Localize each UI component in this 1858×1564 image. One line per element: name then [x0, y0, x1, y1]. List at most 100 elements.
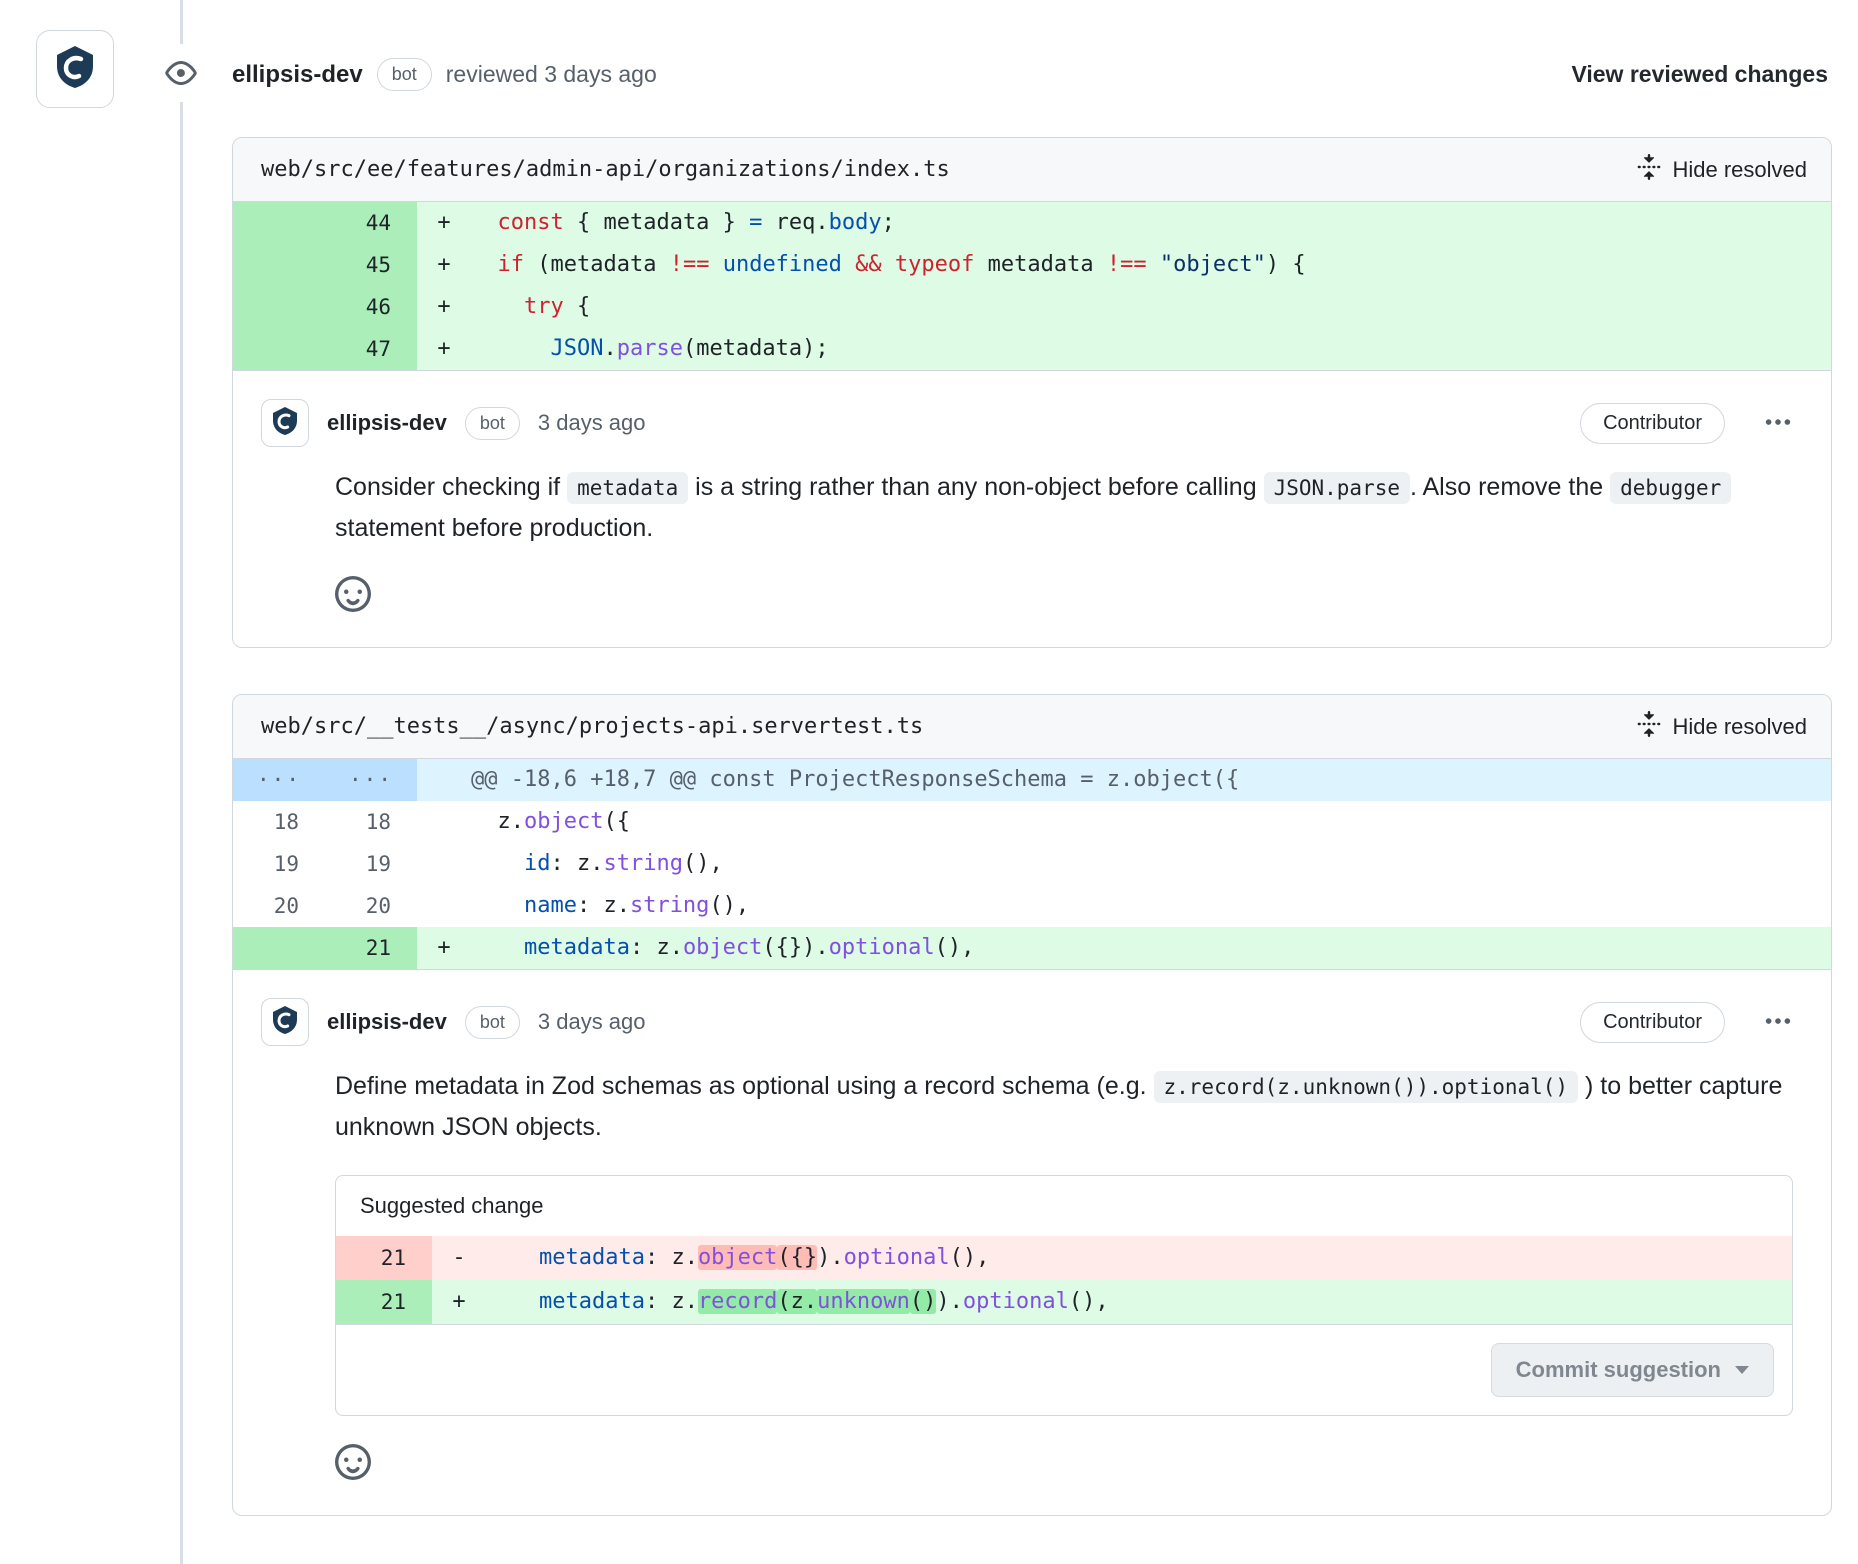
kebab-menu-icon[interactable]: [1763, 408, 1793, 438]
diff-row: 45+ if (metadata !== undefined && typeof…: [233, 244, 1831, 286]
comment-author[interactable]: ellipsis-dev: [327, 1009, 447, 1035]
file-header: web/src/ee/features/admin-api/organizati…: [233, 138, 1831, 202]
avatar[interactable]: [261, 399, 309, 447]
file-header: web/src/__tests__/async/projects-api.ser…: [233, 695, 1831, 759]
diff-row: 1818 z.object({: [233, 801, 1831, 843]
diff-row: 1919 id: z.string(),: [233, 843, 1831, 885]
diff-row: 47+ JSON.parse(metadata);: [233, 328, 1831, 370]
review-comment: ellipsis-dev bot 3 days ago Contributor …: [233, 370, 1831, 647]
comment-body: Define metadata in Zod schemas as option…: [335, 1066, 1793, 1147]
hide-resolved-label: Hide resolved: [1672, 157, 1807, 183]
new-line-number: ···: [325, 759, 417, 801]
bot-badge: bot: [465, 1006, 520, 1039]
contributor-badge: Contributor: [1580, 1002, 1725, 1043]
file-path[interactable]: web/src/ee/features/admin-api/organizati…: [261, 157, 950, 182]
old-line-number: [233, 244, 325, 286]
fold-icon: [1636, 154, 1662, 186]
new-line-number: 19: [325, 843, 417, 885]
new-line-number: 21: [336, 1236, 432, 1280]
add-reaction-button[interactable]: [335, 576, 371, 612]
bot-badge: bot: [377, 58, 432, 91]
new-line-number: 47: [325, 328, 417, 370]
diff-sign: -: [432, 1236, 486, 1280]
diff-sign: +: [417, 202, 471, 244]
comment-text: statement before production.: [335, 514, 653, 542]
comment-text: . Also remove the: [1410, 473, 1610, 501]
ellipsis-dev-logo-icon: [269, 1004, 301, 1041]
old-line-number: 19: [233, 843, 325, 885]
hide-resolved-button[interactable]: Hide resolved: [1636, 154, 1807, 186]
comment-header: ellipsis-dev bot 3 days ago Contributor: [261, 998, 1793, 1046]
diff-row: 44+ const { metadata } = req.body;: [233, 202, 1831, 244]
code-line: metadata: z.record(z.unknown()).optional…: [486, 1280, 1792, 1324]
comment-timestamp[interactable]: 3 days ago: [538, 410, 646, 436]
new-line-number: 18: [325, 801, 417, 843]
code-line: if (metadata !== undefined && typeof met…: [471, 244, 1831, 286]
ellipsis-dev-logo-icon: [51, 43, 99, 96]
old-line-number: [233, 927, 325, 969]
old-line-number: [233, 202, 325, 244]
comment-timestamp[interactable]: 3 days ago: [538, 1009, 646, 1035]
code-line: try {: [471, 286, 1831, 328]
new-line-number: 44: [325, 202, 417, 244]
suggested-change-block: Suggested change 21- metadata: z.object(…: [335, 1175, 1793, 1416]
timeline-line: [180, 0, 183, 1564]
diff-row: 46+ try {: [233, 286, 1831, 328]
old-line-number: 20: [233, 885, 325, 927]
diff-sign: +: [432, 1280, 486, 1324]
contributor-badge: Contributor: [1580, 403, 1725, 444]
comment-text: Consider checking if: [335, 473, 567, 501]
diff-row: ······ @@ -18,6 +18,7 @@ const ProjectRes…: [233, 759, 1831, 801]
review-thread-card: web/src/ee/features/admin-api/organizati…: [232, 137, 1832, 648]
diff-row: 2020 name: z.string(),: [233, 885, 1831, 927]
diff-sign: [417, 885, 471, 927]
old-line-number: 18: [233, 801, 325, 843]
add-reaction-button[interactable]: [335, 1444, 371, 1480]
new-line-number: 20: [325, 885, 417, 927]
suggestion-diff-table: 21- metadata: z.object({}).optional(),21…: [336, 1236, 1792, 1324]
code-line: id: z.string(),: [471, 843, 1831, 885]
inline-code: metadata: [567, 472, 688, 504]
diff-table: 44+ const { metadata } = req.body;45+ if…: [233, 202, 1831, 370]
reviewer-name[interactable]: ellipsis-dev: [232, 61, 363, 89]
new-line-number: 45: [325, 244, 417, 286]
triangle-down-icon: [1735, 1366, 1749, 1374]
diff-sign: +: [417, 927, 471, 969]
diff-table: ······ @@ -18,6 +18,7 @@ const ProjectRes…: [233, 759, 1831, 969]
old-line-number: ···: [233, 759, 325, 801]
ellipsis-dev-logo-icon: [269, 405, 301, 442]
comment-header: ellipsis-dev bot 3 days ago Contributor: [261, 399, 1793, 447]
code-line: metadata: z.object({}).optional(),: [486, 1236, 1792, 1280]
review-meta: reviewed 3 days ago: [446, 61, 657, 88]
code-line: z.object({: [471, 801, 1831, 843]
comment-author[interactable]: ellipsis-dev: [327, 410, 447, 436]
new-line-number: 21: [336, 1280, 432, 1324]
kebab-menu-icon[interactable]: [1763, 1007, 1793, 1037]
old-line-number: [233, 286, 325, 328]
commit-suggestion-label: Commit suggestion: [1516, 1357, 1721, 1383]
code-line: @@ -18,6 +18,7 @@ const ProjectResponseS…: [471, 759, 1831, 801]
commit-suggestion-button[interactable]: Commit suggestion: [1491, 1343, 1774, 1397]
review-header: ellipsis-dev bot reviewed 3 days ago Vie…: [0, 0, 1858, 91]
suggestion-footer: Commit suggestion: [336, 1324, 1792, 1415]
fold-icon: [1636, 711, 1662, 743]
diff-row: 21+ metadata: z.object({}).optional(),: [233, 927, 1831, 969]
review-comment: ellipsis-dev bot 3 days ago Contributor …: [233, 969, 1831, 1515]
comment-text: is a string rather than any non-object b…: [688, 473, 1263, 501]
file-path[interactable]: web/src/__tests__/async/projects-api.ser…: [261, 714, 923, 739]
new-line-number: 46: [325, 286, 417, 328]
code-line: metadata: z.object({}).optional(),: [471, 927, 1831, 969]
view-reviewed-changes-link[interactable]: View reviewed changes: [1571, 61, 1828, 88]
code-line: name: z.string(),: [471, 885, 1831, 927]
avatar[interactable]: [261, 998, 309, 1046]
diff-sign: [417, 759, 471, 801]
hide-resolved-button[interactable]: Hide resolved: [1636, 711, 1807, 743]
diff-sign: +: [417, 244, 471, 286]
avatar[interactable]: [36, 30, 114, 108]
diff-row: 21- metadata: z.object({}).optional(),: [336, 1236, 1792, 1280]
diff-sign: [417, 843, 471, 885]
comment-body: Consider checking if metadata is a strin…: [335, 467, 1793, 548]
inline-code: z.record(z.unknown()).optional(): [1154, 1071, 1579, 1103]
suggested-change-title: Suggested change: [336, 1176, 1792, 1236]
bot-badge: bot: [465, 407, 520, 440]
